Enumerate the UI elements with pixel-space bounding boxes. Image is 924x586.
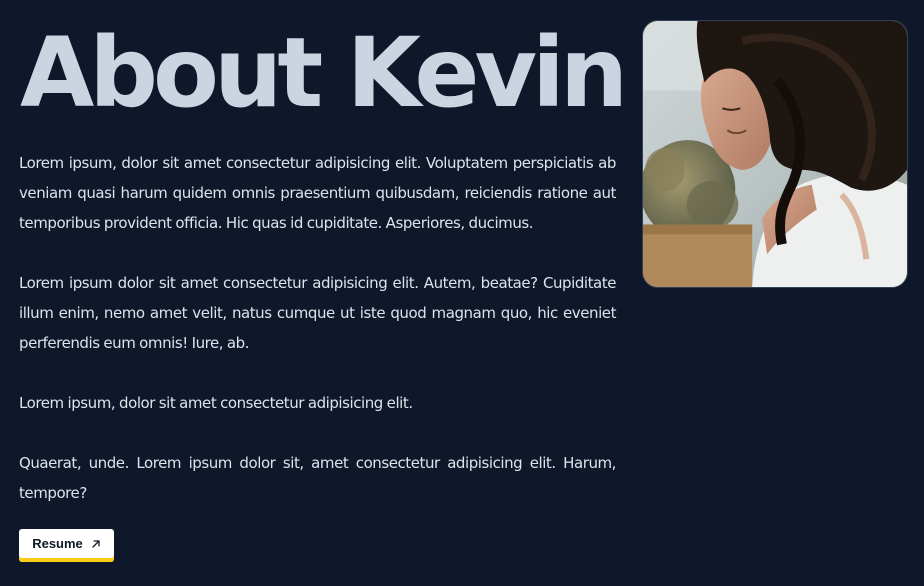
resume-button[interactable]: Resume — [19, 529, 114, 562]
bio-paragraph: Quaerat, unde. Lorem ipsum dolor sit, am… — [19, 454, 616, 502]
bio-paragraph: Lorem ipsum dolor sit amet consectetur a… — [19, 274, 616, 352]
bio-section: Lorem ipsum, dolor sit amet consectetur … — [19, 148, 616, 538]
profile-photo — [642, 20, 908, 288]
bio-paragraph: Lorem ipsum, dolor sit amet consectetur … — [19, 394, 413, 412]
arrow-up-right-icon — [91, 539, 101, 549]
resume-button-label: Resume — [32, 536, 83, 551]
page-title: About Kevin — [20, 17, 628, 129]
bio-paragraph: Lorem ipsum, dolor sit amet consectetur … — [19, 154, 616, 232]
